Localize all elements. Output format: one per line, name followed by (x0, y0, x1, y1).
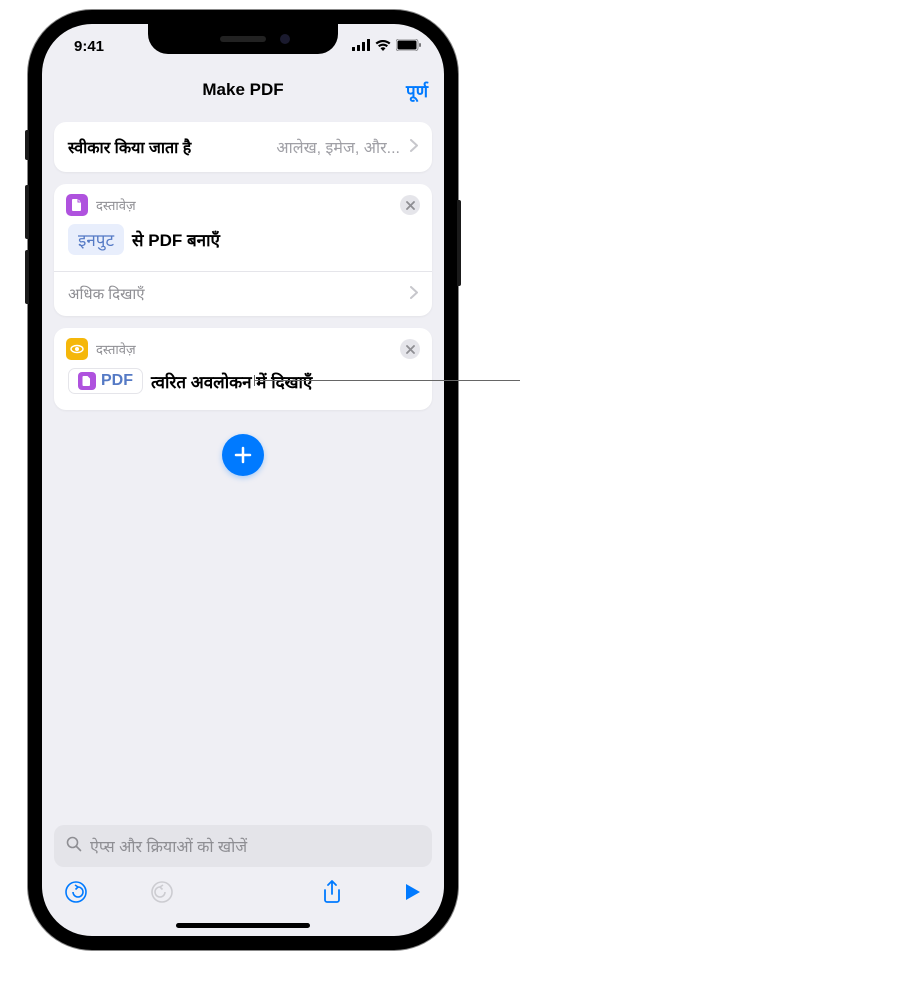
document-icon (66, 194, 88, 216)
action-text: से PDF बनाएँ (132, 228, 220, 251)
home-indicator[interactable] (176, 923, 310, 928)
redo-button (150, 880, 174, 904)
bottom-toolbar (42, 867, 444, 917)
pdf-token-label: PDF (101, 372, 133, 390)
add-action-button[interactable] (222, 434, 264, 476)
action-source-label: दस्तावेज़ (96, 340, 392, 358)
done-button[interactable]: पूर्ण (406, 79, 428, 102)
battery-icon (396, 38, 422, 55)
cellular-icon (352, 38, 370, 55)
accepts-card[interactable]: स्वीकार किया जाता है आलेख, इमेज, और... (54, 122, 432, 172)
phone-frame: 9:41 Make PDF पूर्ण स्वीकार किया जाता (28, 10, 458, 950)
accepts-label: स्वीकार किया जाता है (68, 136, 266, 158)
show-more-row[interactable]: अधिक दिखाएँ (54, 271, 432, 316)
page-title: Make PDF (202, 80, 283, 100)
wifi-icon (375, 38, 391, 55)
search-icon (66, 836, 82, 857)
content-area: स्वीकार किया जाता है आलेख, इमेज, और... द… (42, 112, 444, 825)
volume-up (25, 185, 29, 239)
volume-down (25, 250, 29, 304)
power-button (457, 200, 461, 286)
callout-tick (254, 375, 255, 386)
eye-icon (66, 338, 88, 360)
speaker (220, 36, 266, 42)
callout-line (254, 380, 520, 381)
search-bar[interactable]: ऐप्स और क्रियाओं को खोजें (54, 825, 432, 867)
action-make-pdf[interactable]: दस्तावेज़ इनपुट से PDF बनाएँ अधिक दिखाएँ (54, 184, 432, 316)
plus-icon (232, 444, 254, 466)
run-button[interactable] (404, 882, 422, 902)
action-source-label: दस्तावेज़ (96, 196, 392, 214)
search-placeholder: ऐप्स और क्रियाओं को खोजें (90, 835, 247, 857)
status-time: 9:41 (74, 38, 104, 55)
share-button[interactable] (321, 879, 343, 905)
mute-switch (25, 130, 29, 160)
accepts-value: आलेख, इमेज, और... (276, 136, 400, 158)
screen: 9:41 Make PDF पूर्ण स्वीकार किया जाता (42, 24, 444, 936)
document-icon (78, 372, 96, 390)
front-camera (280, 34, 290, 44)
input-token[interactable]: इनपुट (68, 224, 124, 255)
action-text: त्वरित अवलोकन में दिखाएँ (151, 370, 312, 393)
undo-button[interactable] (64, 880, 88, 904)
show-more-label: अधिक दिखाएँ (68, 284, 410, 304)
action-quick-look[interactable]: दस्तावेज़ PDF त्वरित अवलोकन में दिखाएँ (54, 328, 432, 410)
chevron-right-icon (410, 286, 418, 302)
notch (148, 24, 338, 54)
remove-action-button[interactable] (400, 195, 420, 215)
nav-bar: Make PDF पूर्ण (42, 68, 444, 112)
chevron-right-icon (410, 139, 418, 155)
pdf-token[interactable]: PDF (68, 368, 143, 394)
remove-action-button[interactable] (400, 339, 420, 359)
